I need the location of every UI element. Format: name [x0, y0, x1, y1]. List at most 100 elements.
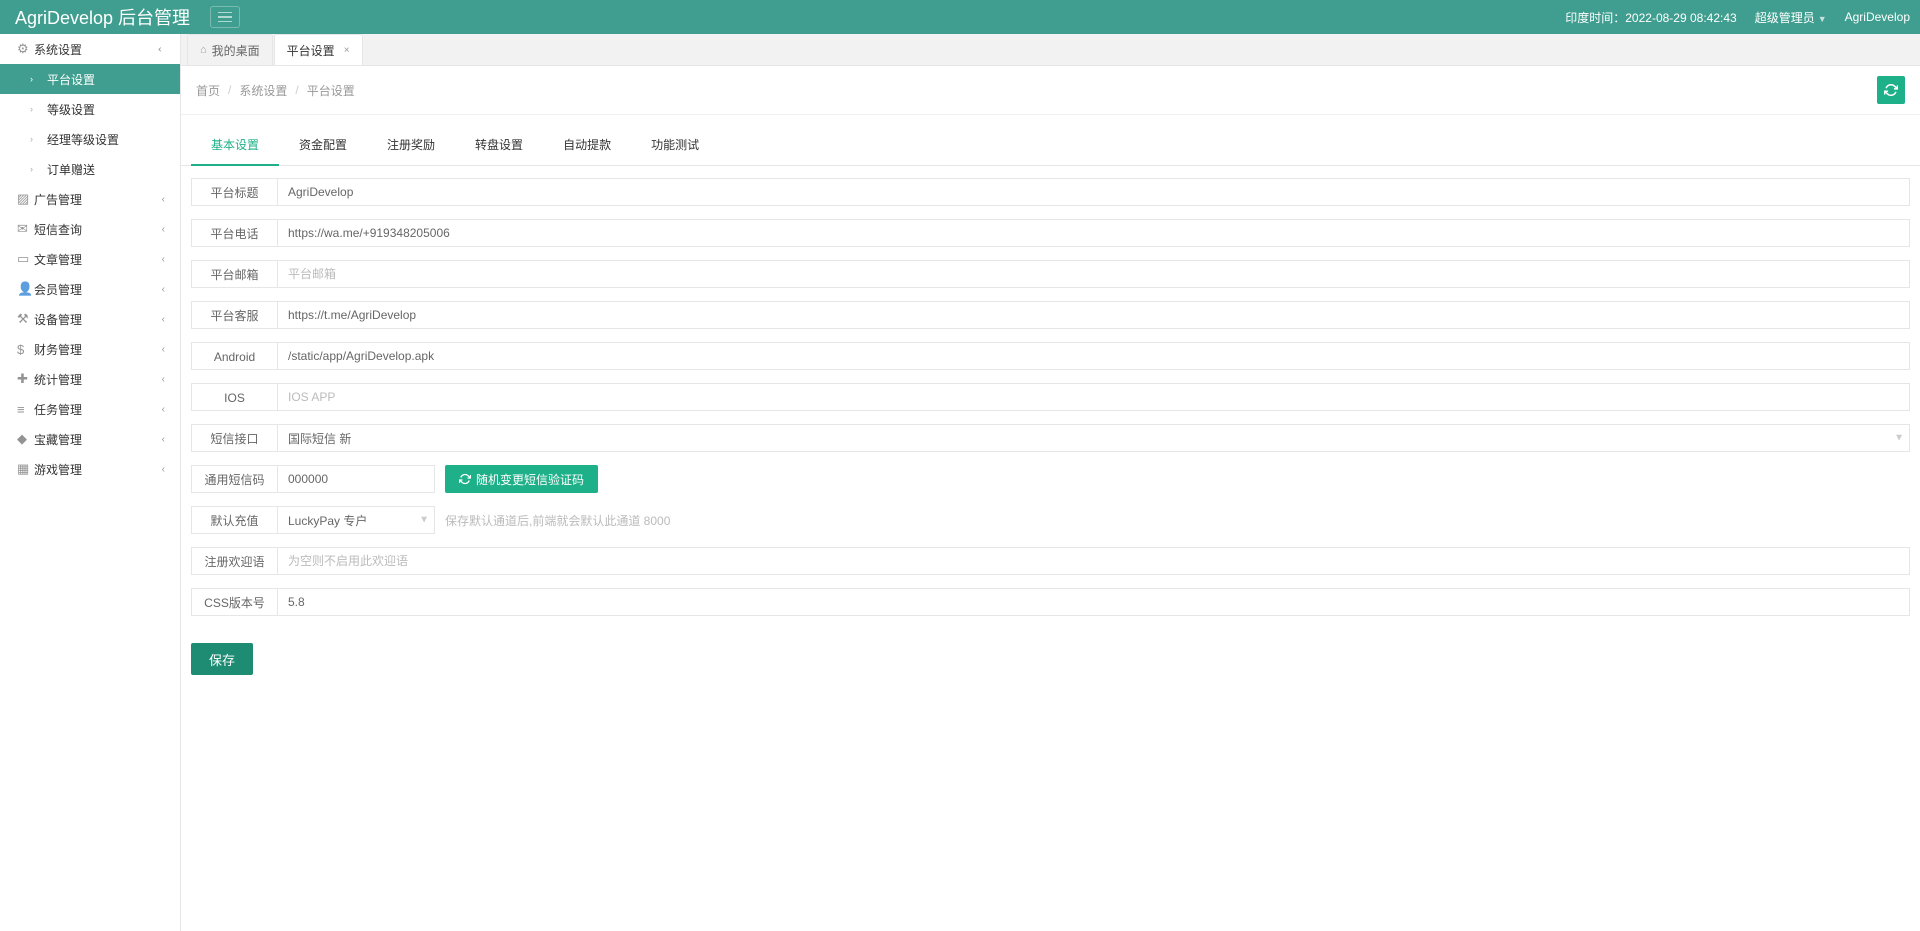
- welcome-input[interactable]: [277, 547, 1910, 575]
- platform-title-input[interactable]: [277, 178, 1910, 206]
- menu-label: 广告管理: [34, 191, 82, 208]
- section-tab[interactable]: 转盘设置: [455, 125, 543, 166]
- platform-service-input[interactable]: [277, 301, 1910, 329]
- diamond-icon: ◆: [17, 431, 34, 447]
- home-icon: ⌂: [200, 44, 207, 56]
- menu-label: 统计管理: [34, 371, 82, 388]
- chevron-icon: ‹: [162, 314, 165, 325]
- chart-icon: ✚: [17, 371, 34, 387]
- sidebar-subitem[interactable]: ›平台设置: [0, 64, 180, 94]
- chevron-icon: ‹: [162, 284, 165, 295]
- submenu-label: 平台设置: [47, 71, 95, 88]
- device-icon: ⚒: [17, 311, 34, 327]
- tab-label: 我的桌面: [212, 42, 260, 59]
- section-tab[interactable]: 资金配置: [279, 125, 367, 166]
- chevron-icon: ‹: [162, 344, 165, 355]
- chevron-icon: ‹: [162, 254, 165, 265]
- server-time: 印度时间：2022-08-29 08:42:43: [1565, 9, 1736, 26]
- sidebar-item[interactable]: ⚙系统设置 ⌄: [0, 34, 180, 64]
- css-version-input[interactable]: [277, 588, 1910, 616]
- section-tab[interactable]: 注册奖励: [367, 125, 455, 166]
- menu-label: 系统设置: [34, 41, 82, 58]
- sidebar-item[interactable]: ▦游戏管理 ‹: [0, 454, 180, 484]
- section-tab[interactable]: 基本设置: [191, 125, 279, 166]
- menu-label: 文章管理: [34, 251, 82, 268]
- gear-icon: ⚙: [17, 41, 34, 57]
- regenerate-sms-button[interactable]: 随机变更短信验证码: [445, 465, 598, 493]
- field-label: CSS版本号: [191, 588, 277, 616]
- hint-text: 保存默认通道后,前端就会默认此通道 8000: [445, 512, 670, 529]
- refresh-button[interactable]: [1877, 76, 1905, 104]
- window-tab[interactable]: 平台设置×: [274, 34, 363, 65]
- menu-label: 会员管理: [34, 281, 82, 298]
- chevron-icon: ‹: [162, 404, 165, 415]
- sidebar-item[interactable]: ◆宝藏管理 ‹: [0, 424, 180, 454]
- section-tabs: 基本设置资金配置注册奖励转盘设置自动提款功能测试: [181, 125, 1920, 166]
- breadcrumb-row: 首页/系统设置/平台设置: [181, 66, 1920, 115]
- breadcrumb-item: 平台设置: [307, 82, 355, 99]
- chevron-icon: ‹: [162, 194, 165, 205]
- sidebar: ⚙系统设置⌄›平台设置›等级设置›经理等级设置›订单赠送▨广告管理‹✉短信查询‹…: [0, 34, 181, 931]
- field-label: 通用短信码: [191, 465, 277, 493]
- platform-email-input[interactable]: [277, 260, 1910, 288]
- breadcrumb-item[interactable]: 首页: [196, 82, 220, 99]
- save-button[interactable]: 保存: [191, 643, 253, 675]
- menu-label: 设备管理: [34, 311, 82, 328]
- task-icon: ≡: [17, 402, 34, 417]
- section-tab[interactable]: 自动提款: [543, 125, 631, 166]
- sidebar-item[interactable]: ✚统计管理 ‹: [0, 364, 180, 394]
- submenu-label: 等级设置: [47, 101, 95, 118]
- chevron-icon: ‹: [162, 434, 165, 445]
- sidebar-item[interactable]: ▭文章管理‹: [0, 244, 180, 274]
- submenu-label: 订单赠送: [47, 161, 95, 178]
- menu-label: 游戏管理: [34, 461, 82, 478]
- sidebar-subitem[interactable]: ›订单赠送: [0, 154, 180, 184]
- chevron-right-icon: ›: [30, 74, 47, 84]
- menu-label: 任务管理: [34, 401, 82, 418]
- chevron-right-icon: ›: [30, 134, 47, 144]
- sidebar-item[interactable]: ⚒设备管理 ‹: [0, 304, 180, 334]
- field-label: 注册欢迎语: [191, 547, 277, 575]
- chevron-icon: ‹: [162, 464, 165, 475]
- sidebar-item[interactable]: $财务管理 ‹: [0, 334, 180, 364]
- sidebar-subitem[interactable]: ›等级设置: [0, 94, 180, 124]
- field-label: 平台邮箱: [191, 260, 277, 288]
- user-role-dropdown[interactable]: 超级管理员▼: [1755, 9, 1827, 26]
- sidebar-item[interactable]: ✉短信查询‹: [0, 214, 180, 244]
- menu-label: 宝藏管理: [34, 431, 82, 448]
- field-label: 平台客服: [191, 301, 277, 329]
- menu-label: 短信查询: [34, 221, 82, 238]
- sidebar-toggle-button[interactable]: [210, 6, 240, 28]
- chevron-icon: ‹: [162, 374, 165, 385]
- mail-icon: ✉: [17, 221, 34, 237]
- sms-api-select[interactable]: [277, 424, 1910, 452]
- user-name[interactable]: AgriDevelop: [1845, 10, 1910, 24]
- window-tabs: ⌂ 我的桌面平台设置×: [181, 34, 1920, 66]
- money-icon: $: [17, 342, 34, 357]
- settings-form: 平台标题 平台电话 平台邮箱 平台客服 Android: [181, 166, 1920, 695]
- chevron-right-icon: ›: [30, 164, 47, 174]
- sidebar-item[interactable]: 👤会员管理 ‹: [0, 274, 180, 304]
- field-label: 短信接口: [191, 424, 277, 452]
- chevron-right-icon: ›: [30, 104, 47, 114]
- sidebar-item[interactable]: ≡任务管理 ‹: [0, 394, 180, 424]
- sidebar-item[interactable]: ▨广告管理‹: [0, 184, 180, 214]
- breadcrumb-item[interactable]: 系统设置: [239, 82, 287, 99]
- sms-code-input[interactable]: [277, 465, 435, 493]
- submenu-label: 经理等级设置: [47, 131, 119, 148]
- ios-input[interactable]: [277, 383, 1910, 411]
- section-tab[interactable]: 功能测试: [631, 125, 719, 166]
- app-title: AgriDevelop 后台管理: [15, 4, 190, 30]
- chevron-icon: ⌄: [155, 45, 166, 53]
- platform-phone-input[interactable]: [277, 219, 1910, 247]
- menu-label: 财务管理: [34, 341, 82, 358]
- window-tab[interactable]: ⌂ 我的桌面: [187, 34, 273, 65]
- android-input[interactable]: [277, 342, 1910, 370]
- sidebar-subitem[interactable]: ›经理等级设置: [0, 124, 180, 154]
- default-recharge-select[interactable]: [277, 506, 435, 534]
- header-right: 印度时间：2022-08-29 08:42:43 超级管理员▼ AgriDeve…: [1565, 9, 1910, 26]
- user-icon: 👤: [17, 281, 34, 297]
- calendar-icon: ▦: [17, 461, 34, 477]
- main-content: ⌂我的桌面平台设置× 首页/系统设置/平台设置 基本设置资金配置注册奖励转盘设置…: [181, 34, 1920, 931]
- close-icon[interactable]: ×: [344, 45, 350, 56]
